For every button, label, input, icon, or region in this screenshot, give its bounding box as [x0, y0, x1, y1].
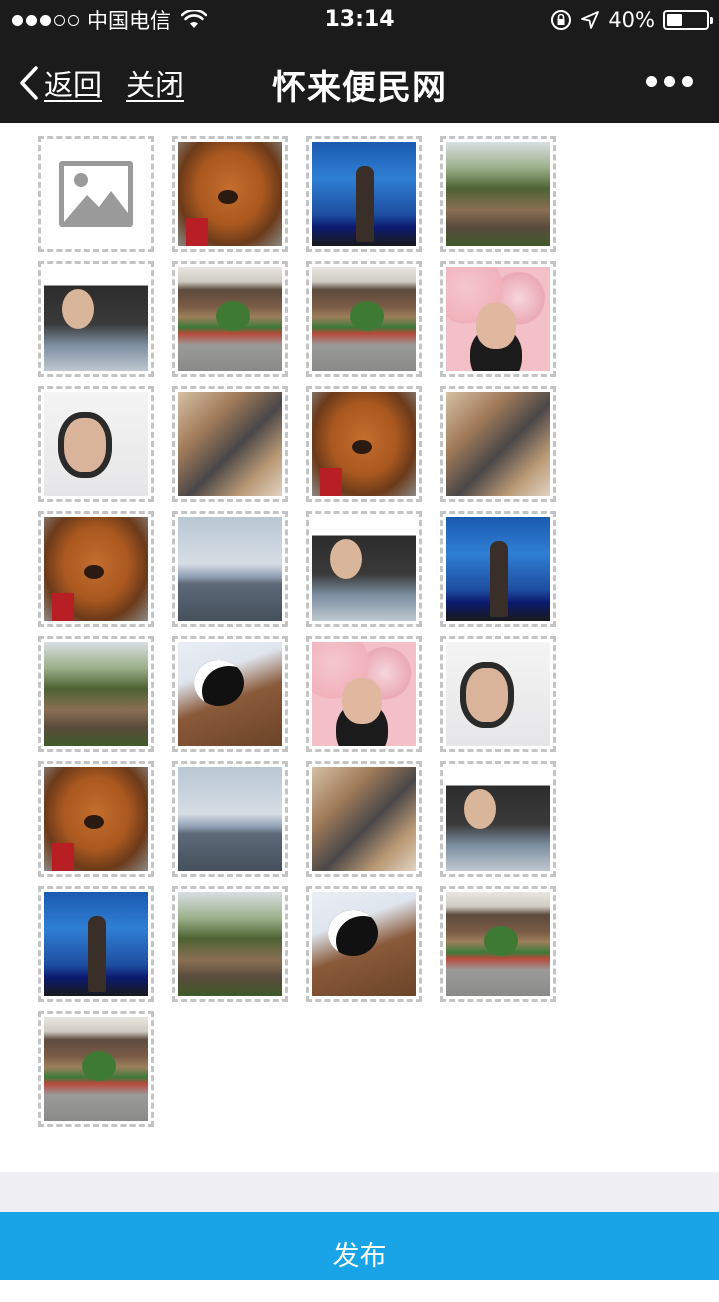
- page-title: 怀来便民网: [272, 68, 447, 108]
- photo-thumbnail[interactable]: [306, 636, 422, 752]
- photo-thumbnail[interactable]: [440, 511, 556, 627]
- photo-thumbnail[interactable]: [306, 136, 422, 252]
- photo-thumbnail[interactable]: [306, 386, 422, 502]
- battery-icon: [663, 10, 713, 30]
- photo-river-skyline: [178, 517, 282, 621]
- photo-thumbnail[interactable]: [172, 136, 288, 252]
- photo-thumbnail[interactable]: [306, 261, 422, 377]
- photo-thumbnail[interactable]: [172, 636, 288, 752]
- photo-thumbnail[interactable]: [38, 1011, 154, 1127]
- photo-thumbnail[interactable]: [38, 511, 154, 627]
- photo-aquarium: [44, 892, 148, 996]
- photo-thumbnail[interactable]: [172, 261, 288, 377]
- location-arrow-icon: [581, 11, 600, 29]
- navigation-bar: 返回 关闭 怀来便民网: [0, 42, 719, 122]
- photo-thumbnail[interactable]: [440, 636, 556, 752]
- photo-blurry-hand: [312, 767, 416, 871]
- photo-rock-garden: [446, 142, 550, 246]
- photo-thumbnail[interactable]: [38, 261, 154, 377]
- photo-rock-garden: [44, 642, 148, 746]
- footer-band: [0, 1172, 719, 1212]
- photo-car-selfie: [312, 517, 416, 621]
- photo-thumbnail[interactable]: [172, 511, 288, 627]
- photo-thumbnail[interactable]: [38, 636, 154, 752]
- photo-rock-garden: [178, 892, 282, 996]
- photo-thumbnail[interactable]: [440, 261, 556, 377]
- photo-thumbnail[interactable]: [440, 761, 556, 877]
- photo-drum-tower: [312, 267, 416, 371]
- photo-kumamon-plush: [178, 642, 282, 746]
- photo-car-selfie: [44, 267, 148, 371]
- photo-dog: [178, 142, 282, 246]
- photo-kumamon-plush: [312, 892, 416, 996]
- more-dots-icon[interactable]: [646, 76, 693, 87]
- add-photo-tile[interactable]: [38, 136, 154, 252]
- photo-dog: [44, 517, 148, 621]
- photo-thumbnail[interactable]: [440, 136, 556, 252]
- photo-drum-tower: [178, 267, 282, 371]
- image-placeholder-icon: [59, 161, 133, 227]
- status-bar: 中国电信 13:14 40%: [0, 0, 719, 40]
- battery-percent: 40%: [608, 8, 655, 32]
- photo-car-selfie: [446, 767, 550, 871]
- photo-blurry-hand: [446, 392, 550, 496]
- photo-thumbnail[interactable]: [172, 761, 288, 877]
- photo-drum-tower: [44, 1017, 148, 1121]
- top-bar: 中国电信 13:14 40% 返回 关闭 怀来便民网: [0, 0, 719, 123]
- photo-thumbnail[interactable]: [306, 511, 422, 627]
- photo-thumbnail[interactable]: [440, 386, 556, 502]
- photo-aquarium: [446, 517, 550, 621]
- photo-selfie: [44, 392, 148, 496]
- photo-thumbnail[interactable]: [172, 886, 288, 1002]
- photo-pink-wall-portrait: [312, 642, 416, 746]
- publish-button[interactable]: 发布: [0, 1212, 719, 1280]
- photo-thumbnail[interactable]: [306, 761, 422, 877]
- photo-dog: [44, 767, 148, 871]
- photo-thumbnail[interactable]: [440, 886, 556, 1002]
- photo-aquarium: [312, 142, 416, 246]
- orientation-lock-icon: [551, 10, 572, 30]
- photo-thumbnail[interactable]: [306, 886, 422, 1002]
- photo-river-skyline: [178, 767, 282, 871]
- photo-thumbnail[interactable]: [172, 386, 288, 502]
- status-right: 40%: [550, 6, 713, 34]
- photo-thumbnail[interactable]: [38, 761, 154, 877]
- photo-grid: [38, 136, 578, 1136]
- photo-thumbnail[interactable]: [38, 886, 154, 1002]
- photo-dog: [312, 392, 416, 496]
- photo-selfie: [446, 642, 550, 746]
- photo-drum-tower: [446, 892, 550, 996]
- photo-pink-wall-portrait: [446, 267, 550, 371]
- photo-blurry-hand: [178, 392, 282, 496]
- battery-fill: [667, 14, 682, 26]
- photo-thumbnail[interactable]: [38, 386, 154, 502]
